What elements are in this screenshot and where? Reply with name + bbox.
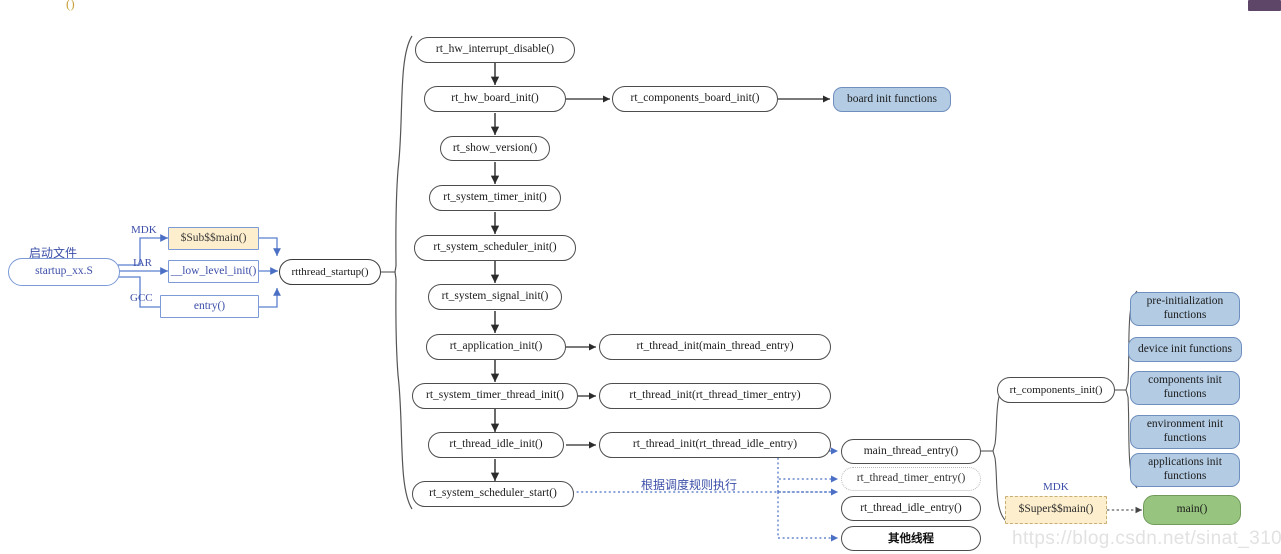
node-environment-init-functions[interactable]: environment init functions — [1130, 415, 1240, 449]
branch-label-gcc: GCC — [130, 292, 153, 304]
node-main-thread-entry[interactable]: main_thread_entry() — [841, 439, 981, 464]
node-startup-file[interactable]: startup_xx.S — [8, 258, 120, 286]
diagram-canvas: () 启动文件 startup_xx.S MDK IAR GCC $Sub$$m… — [0, 0, 1281, 554]
node-rt-components-init[interactable]: rt_components_init() — [997, 377, 1115, 403]
node-main[interactable]: main() — [1143, 495, 1241, 525]
node-rt-thread-idle-entry[interactable]: rt_thread_idle_entry() — [841, 496, 981, 521]
node-pre-initialization-functions[interactable]: pre-initialization functions — [1130, 292, 1240, 326]
node-rt-hw-board-init[interactable]: rt_hw_board_init() — [424, 86, 566, 112]
node-rt-thread-idle-init[interactable]: rt_thread_idle_init() — [428, 432, 564, 458]
node-rt-system-signal-init[interactable]: rt_system_signal_init() — [428, 284, 562, 310]
node-rt-hw-interrupt-disable[interactable]: rt_hw_interrupt_disable() — [415, 37, 575, 63]
node-rt-show-version[interactable]: rt_show_version() — [440, 136, 550, 161]
node-rt-system-scheduler-init[interactable]: rt_system_scheduler_init() — [414, 235, 576, 261]
node-rt-system-scheduler-start[interactable]: rt_system_scheduler_start() — [412, 481, 574, 507]
node-thread-init-main[interactable]: rt_thread_init(main_thread_entry) — [599, 334, 831, 360]
node-sub-main[interactable]: $Sub$$main() — [168, 227, 259, 250]
branch-label-iar: IAR — [133, 257, 152, 269]
node-applications-init-functions[interactable]: applications init functions — [1130, 453, 1240, 487]
node-rt-application-init[interactable]: rt_application_init() — [426, 334, 566, 360]
node-rt-components-board-init[interactable]: rt_components_board_init() — [612, 86, 778, 112]
node-board-init-functions[interactable]: board init functions — [833, 87, 951, 112]
node-thread-init-timer[interactable]: rt_thread_init(rt_thread_timer_entry) — [599, 383, 831, 409]
watermark: https://blog.csdn.net/sinat_31039061 — [1012, 528, 1281, 549]
node-super-main[interactable]: $Super$$main() — [1005, 496, 1107, 524]
node-entry[interactable]: entry() — [160, 295, 259, 318]
node-rt-thread-timer-entry[interactable]: rt_thread_timer_entry() — [841, 467, 981, 491]
top-left-glyph: () — [66, 0, 75, 11]
node-device-init-functions[interactable]: device init functions — [1128, 337, 1242, 362]
node-components-init-functions[interactable]: components init functions — [1130, 371, 1240, 405]
scheduler-note: 根据调度规则执行 — [641, 478, 738, 492]
mdk-label-super-main: MDK — [1043, 481, 1069, 493]
node-rtthread-startup[interactable]: rtthread_startup() — [279, 259, 381, 285]
branch-label-mdk: MDK — [131, 224, 157, 236]
node-other-threads[interactable]: 其他线程 — [841, 526, 981, 551]
top-right-color-bar — [1248, 0, 1281, 11]
node-rt-system-timer-init[interactable]: rt_system_timer_init() — [429, 185, 561, 211]
node-thread-init-idle[interactable]: rt_thread_init(rt_thread_idle_entry) — [599, 432, 831, 458]
node-low-level-init[interactable]: __low_level_init() — [168, 260, 259, 283]
node-rt-system-timer-thread-init[interactable]: rt_system_timer_thread_init() — [412, 383, 578, 409]
